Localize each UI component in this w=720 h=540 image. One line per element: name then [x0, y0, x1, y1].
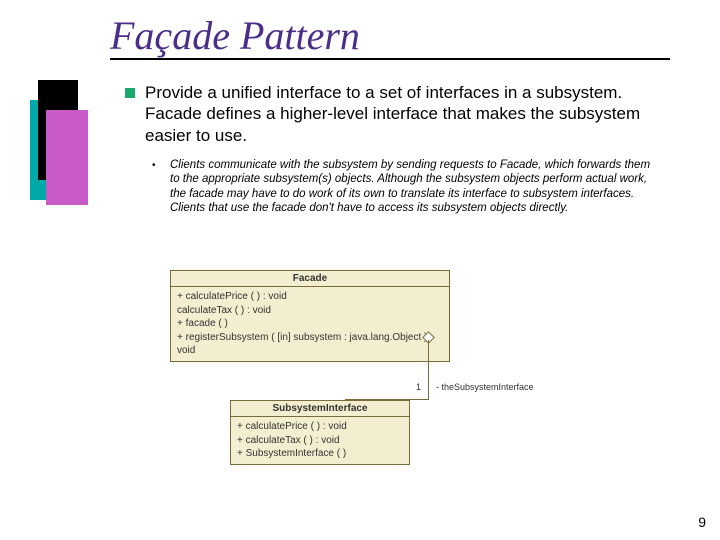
square-bullet-icon	[125, 88, 135, 98]
title-underline	[110, 58, 670, 60]
uml-multiplicity: 1	[416, 382, 421, 392]
slide-title: Façade Pattern	[110, 12, 360, 59]
main-bullet-text: Provide a unified interface to a set of …	[145, 82, 665, 146]
magenta-block	[46, 110, 88, 205]
uml-role-label: - theSubsystemInterface	[436, 382, 534, 392]
sub-bullet: • Clients communicate with the subsystem…	[170, 158, 660, 216]
uml-facade-name: Facade	[171, 271, 449, 287]
main-bullet: Provide a unified interface to a set of …	[145, 82, 665, 146]
uml-subsystem-class: SubsystemInterface + calculatePrice ( ) …	[230, 400, 410, 465]
uml-facade-ops: + calculatePrice ( ) : void calculateTax…	[171, 287, 449, 361]
dot-bullet-icon: •	[152, 160, 156, 171]
sub-bullet-text: Clients communicate with the subsystem b…	[170, 158, 660, 216]
corner-decoration	[30, 80, 90, 220]
uml-connector	[428, 340, 429, 400]
uml-facade-class: Facade + calculatePrice ( ) : void calcu…	[170, 270, 450, 362]
uml-subsystem-name: SubsystemInterface	[231, 401, 409, 417]
page-number: 9	[698, 514, 706, 530]
uml-subsystem-ops: + calculatePrice ( ) : void + calculateT…	[231, 417, 409, 464]
